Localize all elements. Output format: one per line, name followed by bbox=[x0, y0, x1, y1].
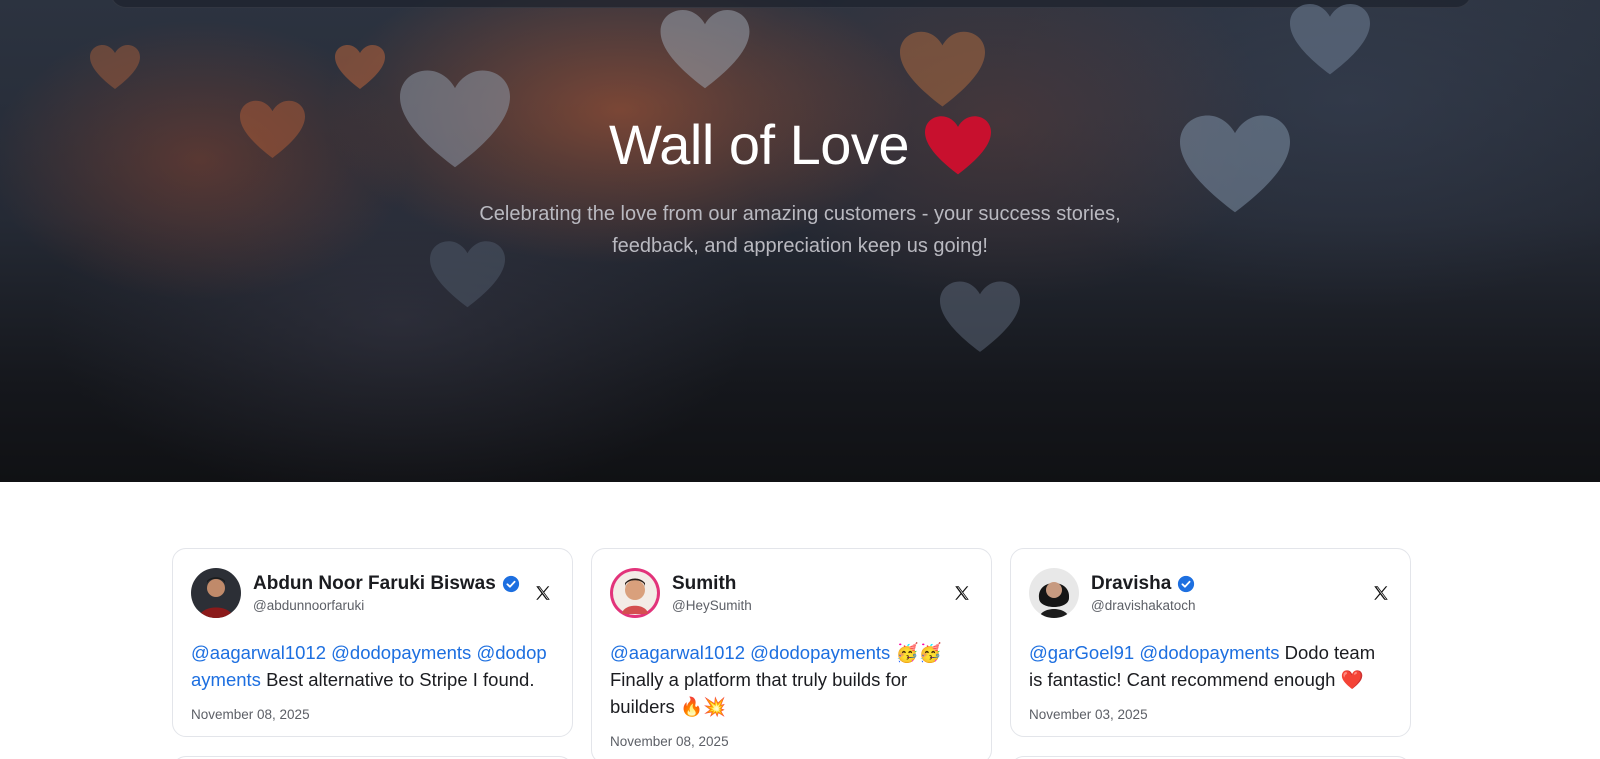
testimonial-card[interactable]: Sumith @HeySumith @aagarwal1012 @dodopay… bbox=[591, 548, 992, 759]
x-logo-icon[interactable] bbox=[953, 584, 971, 602]
background-heart-icon bbox=[900, 30, 985, 110]
avatar[interactable] bbox=[610, 568, 660, 618]
tweet-body: Finally a platform that truly builds for… bbox=[610, 669, 908, 717]
tweet-date: November 03, 2025 bbox=[1029, 707, 1148, 722]
emoji: 🥳🥳 bbox=[895, 642, 942, 663]
testimonial-card[interactable]: Abdun Noor Faruki Biswas @abdunnoorfaruk… bbox=[172, 548, 573, 737]
author-handle[interactable]: @dravishakatoch bbox=[1091, 598, 1372, 613]
emoji: ❤️ bbox=[1340, 669, 1364, 690]
author-handle[interactable]: @abdunnoorfaruki bbox=[253, 598, 534, 613]
verified-badge-icon bbox=[502, 575, 520, 593]
page-title-text: Wall of Love bbox=[608, 113, 910, 176]
hero-section: Wall of Love Celebrating the love from o… bbox=[0, 0, 1600, 482]
x-logo-icon[interactable] bbox=[534, 584, 552, 602]
avatar[interactable] bbox=[1029, 568, 1079, 618]
author-name[interactable]: Abdun Noor Faruki Biswas bbox=[253, 573, 496, 595]
background-heart-icon bbox=[940, 280, 1020, 355]
mention-link[interactable]: @aagarwal1012 bbox=[191, 642, 326, 663]
author-name[interactable]: Dravisha bbox=[1091, 573, 1171, 595]
background-heart-icon bbox=[660, 10, 750, 90]
background-heart-icon bbox=[90, 45, 140, 90]
background-heart-icon bbox=[1290, 0, 1370, 80]
navigation-bar bbox=[110, 0, 1472, 8]
verified-badge-icon bbox=[1177, 575, 1195, 593]
tweet-text: @garGoel91 @dodopayments Dodo team is fa… bbox=[1029, 639, 1392, 693]
testimonial-card[interactable]: Dravisha @dravishakatoch @garGoel91 @dod… bbox=[1010, 548, 1411, 737]
hero-subtitle-line: feedback, and appreciation keep us going… bbox=[612, 235, 988, 257]
tweet-date: November 08, 2025 bbox=[191, 707, 310, 722]
avatar[interactable] bbox=[191, 568, 241, 618]
tweet-date: November 08, 2025 bbox=[610, 734, 729, 749]
mention-link[interactable]: @dodopayments bbox=[331, 642, 471, 663]
tweet-text: @aagarwal1012 @dodopayments 🥳🥳 Finally a… bbox=[610, 639, 973, 720]
mention-link[interactable]: @dodopayments bbox=[1139, 642, 1279, 663]
author-handle[interactable]: @HeySumith bbox=[672, 598, 953, 613]
emoji: 🔥💥 bbox=[679, 696, 727, 717]
tweet-text: @aagarwal1012 @dodopayments @dodopayment… bbox=[191, 639, 554, 693]
x-logo-icon[interactable] bbox=[1372, 584, 1390, 602]
author-name[interactable]: Sumith bbox=[672, 573, 736, 595]
hero-subtitle-line: Celebrating the love from our amazing cu… bbox=[479, 203, 1121, 225]
hero-subtitle: Celebrating the love from our amazing cu… bbox=[440, 198, 1160, 262]
mention-link[interactable]: @dodopayments bbox=[750, 642, 890, 663]
heart-icon bbox=[925, 115, 992, 176]
mention-link[interactable]: @garGoel91 bbox=[1029, 642, 1134, 663]
mention-link[interactable]: @aagarwal1012 bbox=[610, 642, 745, 663]
page-title: Wall of Love bbox=[0, 112, 1600, 177]
tweet-body: Best alternative to Stripe I found. bbox=[266, 669, 535, 690]
background-heart-icon bbox=[335, 45, 385, 90]
